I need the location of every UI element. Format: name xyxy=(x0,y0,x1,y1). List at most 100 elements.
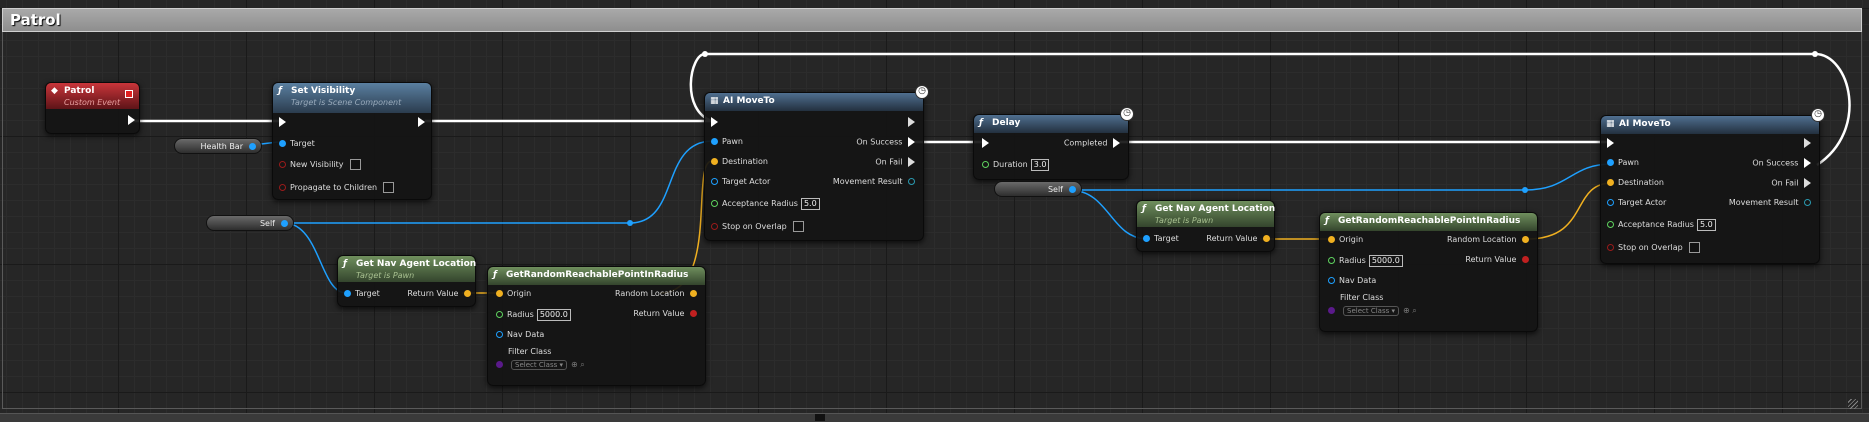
latent-function-icon: ▦ xyxy=(1606,119,1615,129)
vector-pin-icon xyxy=(1328,236,1335,243)
stop-on-overlap-pin[interactable]: Stop on Overlap xyxy=(711,221,804,235)
resize-grip-icon[interactable] xyxy=(1848,399,1858,409)
node-title: Get Nav Agent Location xyxy=(356,259,477,269)
acceptance-radius-input[interactable]: 5.0 xyxy=(800,198,820,210)
target-pin[interactable]: Target xyxy=(344,289,380,303)
patrol-custom-event-node[interactable]: ◆ Patrol Custom Event xyxy=(45,82,140,134)
node-header: ƒ Get Nav Agent Location Target is Pawn xyxy=(1137,201,1276,227)
pawn-pin[interactable]: Pawn xyxy=(711,137,743,151)
propagate-checkbox[interactable] xyxy=(383,182,395,193)
function-icon: ƒ xyxy=(493,270,497,280)
on-success-pin[interactable]: On Success xyxy=(1752,158,1811,172)
exec-out-pin[interactable] xyxy=(128,115,135,129)
get-nav-agent-location-node[interactable]: ƒ Get Nav Agent Location Target is Pawn … xyxy=(337,255,476,307)
pin-label: Radius xyxy=(507,310,534,319)
node-header: ▦ AI MoveTo xyxy=(705,93,923,111)
bool-pin-icon xyxy=(1522,256,1529,263)
health-bar-variable-node[interactable]: Health Bar xyxy=(174,138,262,154)
radius-pin[interactable]: Radius 5000.0 xyxy=(1328,255,1403,269)
exec-in-pin[interactable] xyxy=(982,138,989,152)
object-pin-icon[interactable] xyxy=(1069,185,1076,193)
get-random-reachable-point-node[interactable]: ƒ GetRandomReachablePointInRadius Origin… xyxy=(487,266,706,386)
return-value-pin[interactable]: Return Value xyxy=(1206,234,1270,248)
movement-result-pin[interactable]: Movement Result xyxy=(833,177,915,191)
new-visibility-checkbox[interactable] xyxy=(349,159,361,170)
duration-input[interactable]: 3.0 xyxy=(1030,159,1050,171)
object-pin-icon xyxy=(711,178,718,185)
radius-pin[interactable]: Radius 5000.0 xyxy=(496,309,571,323)
stop-on-overlap-checkbox[interactable] xyxy=(792,221,804,232)
radius-value-input[interactable]: 5000.0 xyxy=(536,309,571,321)
acceptance-radius-pin[interactable]: Acceptance Radius 5.0 xyxy=(1607,219,1716,233)
acceptance-radius-pin[interactable]: Acceptance Radius 5.0 xyxy=(711,198,820,212)
return-value-pin[interactable]: Return Value xyxy=(633,309,697,323)
pin-label: Pawn xyxy=(722,137,743,146)
on-success-pin[interactable]: On Success xyxy=(856,137,915,151)
pawn-pin[interactable]: Pawn xyxy=(1607,158,1639,172)
enum-pin-icon xyxy=(908,178,915,185)
propagate-to-children-pin[interactable]: Propagate to Children xyxy=(279,182,395,196)
exec-out-pin[interactable] xyxy=(908,117,915,131)
duration-pin[interactable]: Duration 3.0 xyxy=(982,159,1050,173)
on-fail-pin[interactable]: On Fail xyxy=(875,157,915,171)
browse-icons[interactable]: ⊕ ⌕ xyxy=(571,360,585,369)
filter-class-pin[interactable]: Select Class ▾ ⊕ ⌕ xyxy=(496,360,585,374)
exec-in-pin[interactable] xyxy=(711,117,718,131)
ai-moveto-node[interactable]: ▦ AI MoveTo ◷ Pawn On Success Destinatio… xyxy=(1600,108,1825,264)
target-actor-pin[interactable]: Target Actor xyxy=(711,177,770,191)
target-actor-pin[interactable]: Target Actor xyxy=(1607,198,1666,212)
radius-value-input[interactable]: 5000.0 xyxy=(1368,255,1403,267)
delay-node[interactable]: ƒ Delay ◷ Completed Duration 3.0 xyxy=(973,107,1134,180)
origin-pin[interactable]: Origin xyxy=(496,289,531,303)
target-pin[interactable]: Target xyxy=(1143,234,1179,248)
stop-on-overlap-checkbox[interactable] xyxy=(1688,242,1700,253)
exec-in-pin[interactable] xyxy=(279,117,286,131)
get-random-reachable-point-node[interactable]: ƒ GetRandomReachablePointInRadius Origin… xyxy=(1319,212,1538,332)
random-location-pin[interactable]: Random Location xyxy=(1447,235,1529,249)
exec-out-icon xyxy=(128,115,135,125)
self-reference-node[interactable]: Self xyxy=(994,181,1082,197)
filter-class-label: Filter Class xyxy=(508,347,551,361)
completed-pin[interactable]: Completed xyxy=(1064,138,1120,152)
select-class-dropdown[interactable]: Select Class ▾ xyxy=(511,360,567,370)
destination-pin[interactable]: Destination xyxy=(711,157,768,171)
float-pin-icon xyxy=(711,200,718,207)
exec-in-pin[interactable] xyxy=(1607,138,1614,152)
return-value-pin[interactable]: Return Value xyxy=(1465,255,1529,269)
exec-out-icon xyxy=(1804,158,1811,168)
pin-label: Target xyxy=(355,289,380,298)
pin-label: Target xyxy=(290,139,315,148)
nav-data-pin[interactable]: Nav Data xyxy=(496,330,544,344)
scrollbar-thumb[interactable] xyxy=(815,414,825,421)
stop-on-overlap-pin[interactable]: Stop on Overlap xyxy=(1607,242,1700,256)
pin-label: Destination xyxy=(722,157,768,166)
on-fail-pin[interactable]: On Fail xyxy=(1771,178,1811,192)
ai-moveto-node[interactable]: ▦ AI MoveTo ◷ Pawn On Success Destinatio… xyxy=(704,85,929,241)
delegate-pin[interactable] xyxy=(125,90,133,98)
browse-icons[interactable]: ⊕ ⌕ xyxy=(1403,306,1417,315)
destination-pin[interactable]: Destination xyxy=(1607,178,1664,192)
object-pin-icon[interactable] xyxy=(249,142,256,150)
movement-result-pin[interactable]: Movement Result xyxy=(1729,198,1811,212)
function-icon: ƒ xyxy=(979,118,983,128)
target-pin[interactable]: Target xyxy=(279,139,315,153)
exec-out-pin[interactable] xyxy=(1804,138,1811,152)
return-value-pin[interactable]: Return Value xyxy=(407,289,471,303)
class-pin-icon xyxy=(1328,307,1335,314)
pin-label: Origin xyxy=(1339,235,1364,244)
nav-data-pin[interactable]: Nav Data xyxy=(1328,276,1376,290)
latent-clock-icon: ◷ xyxy=(1811,108,1825,122)
acceptance-radius-input[interactable]: 5.0 xyxy=(1696,219,1716,231)
select-class-dropdown[interactable]: Select Class ▾ xyxy=(1343,306,1399,316)
exec-out-pin[interactable] xyxy=(418,117,425,131)
new-visibility-pin[interactable]: New Visibility xyxy=(279,159,361,173)
pin-label: Filter Class xyxy=(508,347,552,356)
get-nav-agent-location-node[interactable]: ƒ Get Nav Agent Location Target is Pawn … xyxy=(1136,200,1275,252)
node-title: Get Nav Agent Location xyxy=(1155,204,1276,214)
object-pin-icon[interactable] xyxy=(281,219,288,227)
set-visibility-node[interactable]: ƒ Set Visibility Target is Scene Compone… xyxy=(272,82,432,200)
origin-pin[interactable]: Origin xyxy=(1328,235,1363,249)
random-location-pin[interactable]: Random Location xyxy=(615,289,697,303)
self-reference-node[interactable]: Self xyxy=(206,215,294,231)
filter-class-pin[interactable]: Select Class ▾ ⊕ ⌕ xyxy=(1328,306,1417,320)
